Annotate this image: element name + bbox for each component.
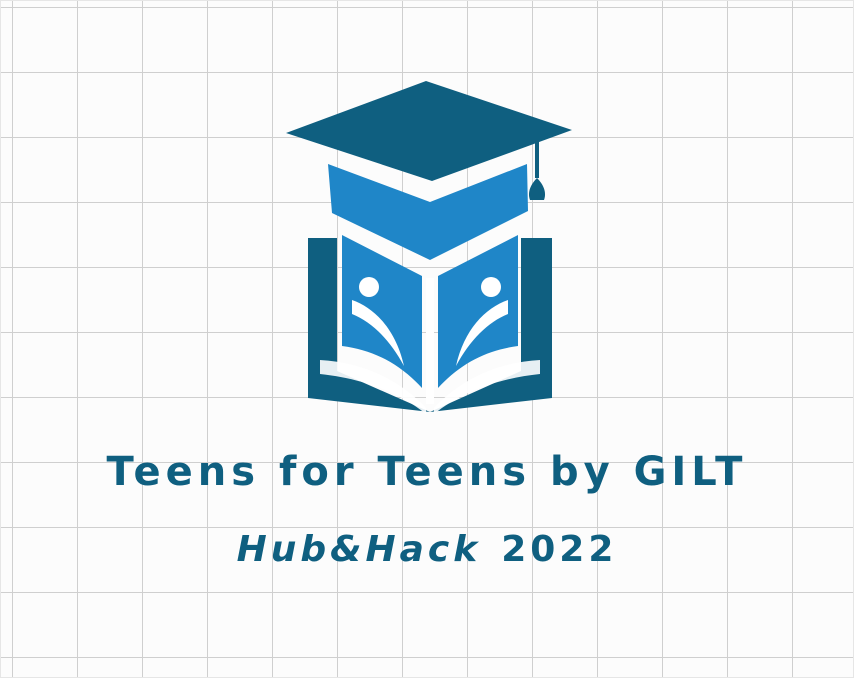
logo-subtitle: Hub&Hack 2022	[0, 522, 854, 578]
book-spine	[426, 278, 434, 404]
logo-title: Teens for Teens by GILT	[106, 449, 748, 495]
graduation-cap-book-readers-icon	[286, 81, 572, 414]
event-name: Hub&Hack	[236, 529, 482, 570]
reader-head-right	[481, 277, 501, 297]
event-year: 2022	[501, 529, 618, 570]
tassel	[528, 178, 546, 200]
logo-canvas: Teens for Teens by GILT Hub&Hack 2022	[0, 0, 854, 678]
reader-head-left	[359, 277, 379, 297]
